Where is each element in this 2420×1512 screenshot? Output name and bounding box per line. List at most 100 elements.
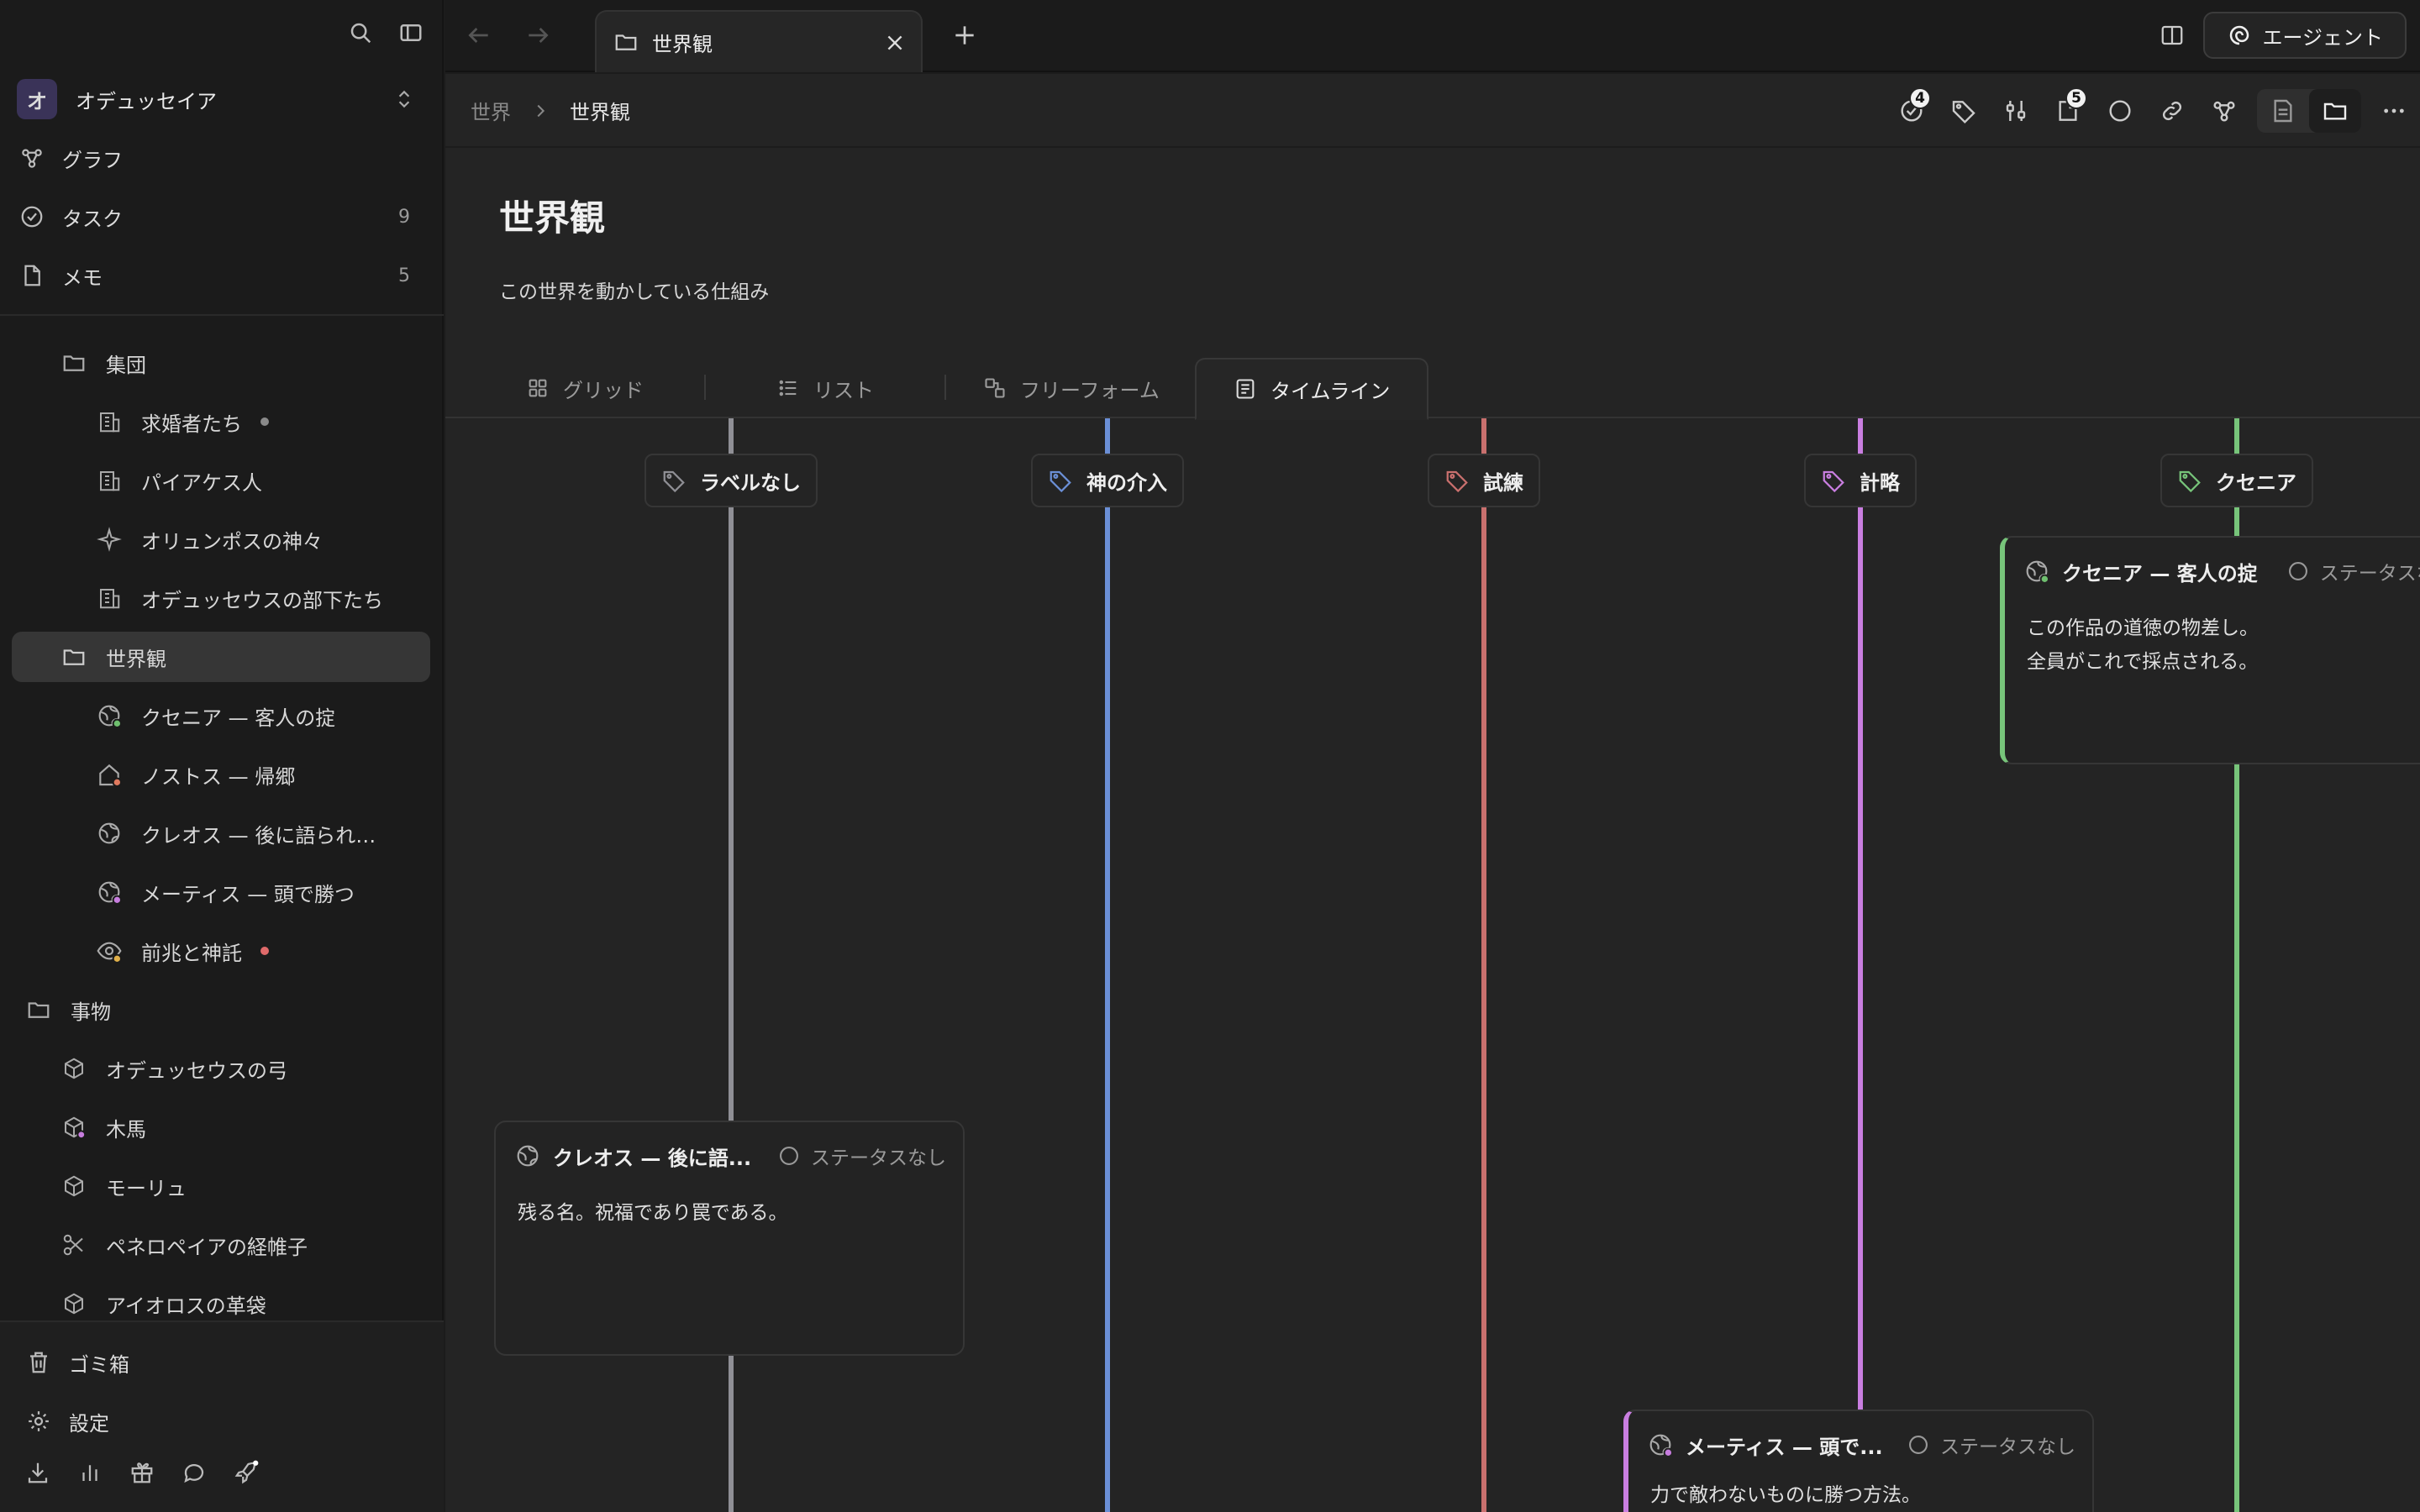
breadcrumb-parent[interactable]: 世界: [471, 96, 511, 125]
task-count: 9: [398, 206, 410, 228]
globe-icon: [514, 1142, 541, 1169]
more-horizontal-icon: [2381, 97, 2407, 124]
lane-header-unlabeled[interactable]: ラベルなし: [644, 454, 818, 507]
tab-timeline[interactable]: タイムライン: [1195, 358, 1429, 420]
tags-tool[interactable]: [1938, 89, 1990, 133]
properties-tool[interactable]: [1990, 89, 2042, 133]
globe-icon: [94, 820, 124, 847]
tree-label: 木馬: [106, 1117, 146, 1142]
rocket-icon[interactable]: [234, 1460, 259, 1485]
split-view-icon[interactable]: [2160, 23, 2185, 48]
tree-label: 集団: [106, 353, 146, 377]
timeline-card[interactable]: メーティス — 頭で... ステータスなし 力で敵わないものに勝つ方法。: [1623, 1410, 2094, 1512]
forward-arrow-icon[interactable]: [524, 22, 551, 49]
status-selector[interactable]: ステータスなし: [777, 1142, 946, 1170]
tree-item[interactable]: ノストス — 帰郷: [94, 749, 295, 800]
gift-icon[interactable]: [129, 1460, 155, 1485]
view-label: タイムライン: [1270, 379, 1391, 403]
card-header: メーティス — 頭で... ステータスなし: [1647, 1425, 2075, 1465]
memos-tool[interactable]: 5: [2042, 87, 2094, 133]
tag-icon: [1950, 97, 1977, 124]
lane-header-xenia[interactable]: クセニア: [2160, 454, 2313, 507]
globe-icon: [1647, 1431, 1674, 1458]
view-separator: [704, 375, 706, 400]
building-icon: [94, 468, 124, 493]
status-selector[interactable]: ステータスなし: [2286, 557, 2420, 585]
download-icon[interactable]: [25, 1460, 50, 1485]
nav-settings[interactable]: 設定: [24, 1398, 432, 1445]
tree-label: 事物: [71, 1000, 111, 1024]
workspace-avatar: オ: [17, 79, 57, 119]
lane-header-divine[interactable]: 神の介入: [1031, 454, 1184, 507]
status-selector[interactable]: ステータスなし: [1907, 1431, 2075, 1459]
nav-graph[interactable]: グラフ: [17, 134, 425, 181]
nav-trash[interactable]: ゴミ箱: [24, 1339, 432, 1386]
tree-item[interactable]: 求婚者たち: [94, 396, 269, 447]
tab-freeform[interactable]: フリーフォーム: [983, 358, 1160, 418]
link-tool[interactable]: [2146, 89, 2198, 133]
tree-item[interactable]: 木馬: [59, 1102, 146, 1152]
lane-header-scheme[interactable]: 計略: [1804, 454, 1917, 507]
sidebar-toggle-icon[interactable]: [398, 20, 424, 45]
status-circle-icon: [1907, 1433, 1930, 1457]
search-icon[interactable]: [348, 20, 373, 45]
card-body: 力で敵わないものに勝つ方法。: [1650, 1478, 1921, 1512]
lane-line-divine: [1105, 418, 1110, 1512]
tree-item[interactable]: 前兆と神託: [94, 926, 269, 976]
tasks-tool[interactable]: 4: [1886, 87, 1938, 133]
tree-item[interactable]: オリュンポスの神々: [94, 514, 323, 564]
document-icon: [2270, 97, 2296, 124]
tree-folder-groups[interactable]: 集団: [59, 338, 146, 388]
trash-icon: [24, 1350, 54, 1375]
folder-view-button[interactable]: [2309, 89, 2361, 133]
plus-icon[interactable]: [951, 22, 978, 49]
status-circle-icon: [2286, 559, 2310, 583]
status-tool[interactable]: [2094, 89, 2146, 133]
tree-folder-worldview[interactable]: 世界観: [12, 632, 430, 682]
tab-grid[interactable]: グリッド: [526, 358, 644, 418]
tree-label: クレオス — 後に語られ…: [141, 823, 376, 848]
lane-line-trial: [1481, 418, 1486, 1512]
tree-label: オデュッセウスの弓: [106, 1058, 287, 1083]
cube-icon: [59, 1291, 89, 1316]
lane-header-trial[interactable]: 試練: [1428, 454, 1540, 507]
back-arrow-icon[interactable]: [466, 22, 492, 49]
tree-item[interactable]: クセニア — 客人の掟: [94, 690, 335, 741]
nav-memos[interactable]: メモ 5: [17, 252, 425, 299]
chevron-updown-icon: [393, 87, 415, 111]
document-view-button[interactable]: [2257, 89, 2309, 133]
close-icon[interactable]: [884, 32, 906, 54]
tree-item[interactable]: モーリュ: [59, 1161, 187, 1211]
tree-item[interactable]: クレオス — 後に語られ…: [94, 808, 376, 858]
unread-dot: [260, 417, 269, 426]
tree-item[interactable]: メーティス — 頭で勝つ: [94, 867, 355, 917]
more-tool[interactable]: [2368, 89, 2420, 133]
cube-icon: [59, 1056, 89, 1081]
tag-icon: [1444, 468, 1470, 493]
sidebar-top-actions: [348, 20, 424, 45]
agent-button[interactable]: エージェント: [2203, 12, 2407, 59]
tab-worldview[interactable]: 世界観: [595, 10, 923, 72]
chat-icon[interactable]: [182, 1460, 207, 1485]
tree-item[interactable]: パイアケス人: [94, 455, 262, 506]
nav-tasks[interactable]: タスク 9: [17, 193, 425, 240]
timeline-card[interactable]: クレオス — 後に語... ステータスなし 残る名。祝福であり罠である。: [494, 1121, 965, 1356]
tree-folder-things[interactable]: 事物: [24, 984, 111, 1035]
lane-line-scheme: [1858, 418, 1863, 1512]
tree-item[interactable]: ペネロペイアの経帷子: [59, 1220, 308, 1270]
page-title: 世界観: [499, 197, 606, 239]
sidebar-divider: [0, 314, 444, 316]
bar-chart-icon[interactable]: [77, 1460, 103, 1485]
tree-item[interactable]: オデュッセウスの弓: [59, 1043, 287, 1094]
workspace-switcher[interactable]: オ オデュッセイア: [17, 79, 425, 119]
tree-label: 求婚者たち: [141, 412, 242, 436]
tree-item[interactable]: オデュッセウスの部下たち: [94, 573, 383, 623]
nav-label: ゴミ箱: [69, 1352, 129, 1377]
tab-list[interactable]: リスト: [776, 358, 874, 418]
page-description[interactable]: この世界を動かしている仕組み: [499, 276, 769, 304]
graph-icon: [2211, 97, 2238, 124]
timeline-card[interactable]: クセニア — 客人の掟 ステータスなし この作品の道徳の物差し。 全員がこれで採…: [2000, 536, 2420, 764]
folder-icon: [613, 29, 639, 55]
graph-tool[interactable]: [2198, 89, 2250, 133]
view-label: グリッド: [563, 378, 644, 402]
